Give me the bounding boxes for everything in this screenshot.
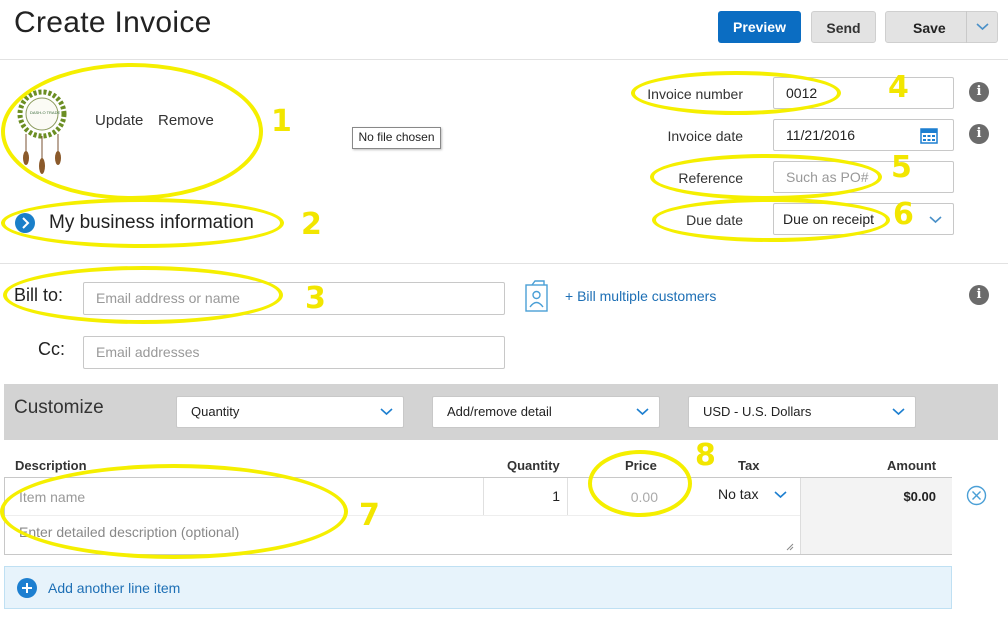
currency-select[interactable]: USD - U.S. Dollars [688, 396, 916, 428]
invoice-date-value: 11/21/2016 [786, 127, 856, 143]
send-button[interactable]: Send [811, 11, 876, 43]
cc-input[interactable]: Email addresses [83, 336, 505, 369]
annotation-number: 5 [891, 150, 912, 185]
quantity-select-value: Quantity [191, 404, 240, 419]
annotation-ellipse [1, 63, 263, 200]
invoice-date-label: Invoice date [667, 128, 744, 144]
annotation-number: 6 [893, 197, 914, 232]
plus-circle-icon [17, 578, 37, 598]
tax-select-value: No tax [718, 486, 759, 502]
annotation-ellipse [652, 198, 890, 242]
chevron-down-icon [976, 23, 989, 31]
currency-select-value: USD - U.S. Dollars [703, 404, 812, 419]
remove-line-icon[interactable] [966, 485, 987, 506]
quantity-input[interactable]: 1 [500, 488, 560, 504]
detail-select-value: Add/remove detail [447, 404, 552, 419]
chevron-down-icon [774, 491, 787, 499]
tax-select[interactable]: No tax [718, 486, 758, 502]
preview-button[interactable]: Preview [718, 11, 801, 43]
column-quantity: Quantity [507, 458, 560, 473]
column-tax: Tax [738, 458, 760, 473]
column-description: Description [15, 458, 87, 473]
annotation-number: 8 [695, 438, 716, 473]
annotation-number: 4 [888, 70, 909, 105]
cc-label: Cc: [38, 339, 65, 359]
calendar-icon[interactable] [920, 126, 938, 144]
invoice-date-field[interactable]: 11/21/2016 [773, 119, 954, 151]
resize-handle-icon[interactable] [786, 543, 794, 551]
annotation-number: 7 [359, 498, 380, 533]
chevron-down-icon [892, 408, 905, 416]
annotation-ellipse [0, 464, 348, 559]
add-line-item-button[interactable]: Add another line item [4, 566, 952, 609]
column-amount: Amount [887, 458, 937, 473]
save-options-dropdown[interactable] [966, 11, 998, 43]
add-line-item-label: Add another line item [48, 580, 181, 596]
customize-label: Customize [14, 397, 104, 418]
file-tooltip: No file chosen [352, 127, 441, 149]
annotation-ellipse [650, 154, 882, 200]
section-divider [0, 263, 1008, 264]
info-icon[interactable]: i [969, 124, 989, 144]
contact-card-icon[interactable] [524, 279, 550, 313]
info-icon[interactable]: i [969, 82, 989, 102]
annotation-ellipse [631, 71, 841, 115]
page-title: Create Invoice [14, 6, 212, 39]
header-divider [0, 59, 1008, 60]
annotation-number: 2 [301, 207, 322, 242]
chevron-down-icon [929, 216, 942, 224]
chevron-down-icon [380, 408, 393, 416]
detail-select[interactable]: Add/remove detail [432, 396, 660, 428]
amount-value: $0.00 [903, 489, 936, 504]
chevron-down-icon [636, 408, 649, 416]
bill-multiple-customers-link[interactable]: + Bill multiple customers [565, 288, 716, 304]
annotation-ellipse [1, 198, 284, 248]
annotation-number: 1 [271, 104, 292, 139]
quantity-select[interactable]: Quantity [176, 396, 404, 428]
annotation-ellipse [3, 266, 283, 324]
annotation-ellipse [588, 450, 692, 517]
info-icon[interactable]: i [969, 285, 989, 305]
annotation-number: 3 [305, 281, 326, 316]
